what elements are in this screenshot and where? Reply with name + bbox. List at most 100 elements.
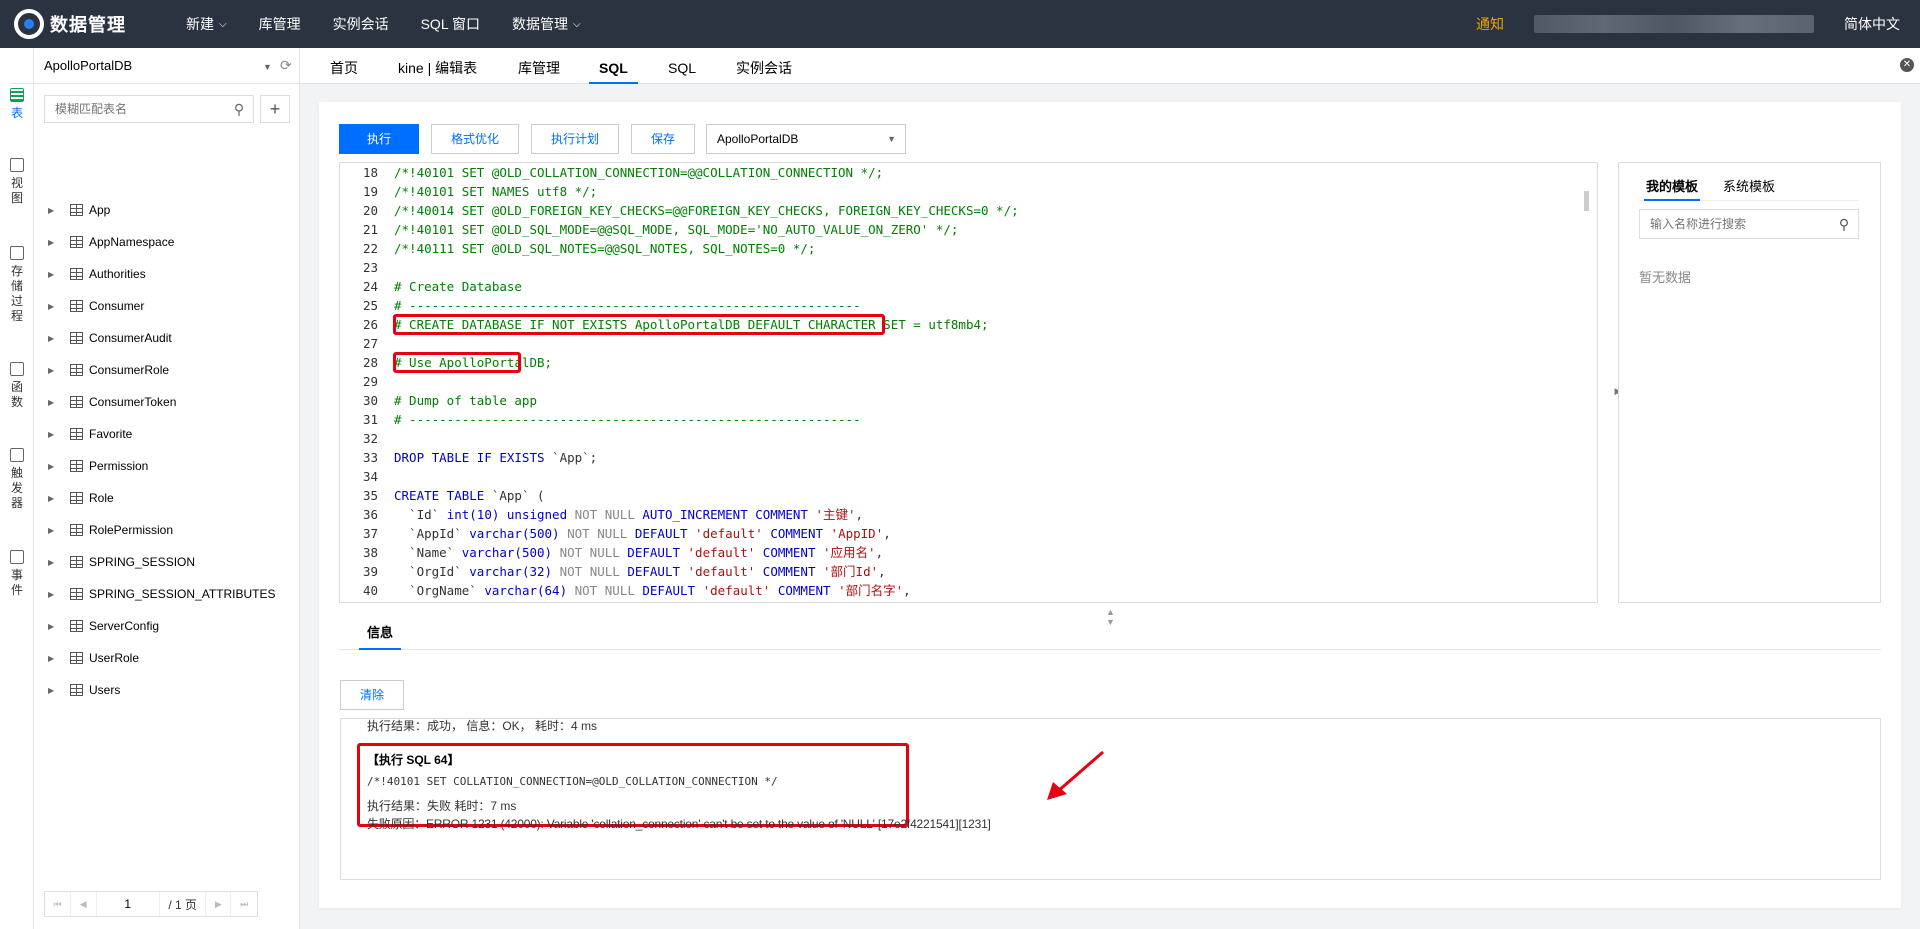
tab-sql-active[interactable]: SQL (589, 48, 638, 84)
expand-caret-icon[interactable]: ▶ (48, 302, 58, 311)
chevron-down-icon: ⌵ (219, 18, 227, 30)
nav-new[interactable]: 新建 ⌵ (170, 0, 243, 48)
tab-db-manage[interactable]: 库管理 (518, 48, 560, 84)
prev-page-icon[interactable]: ◀ (71, 892, 97, 916)
table-row[interactable]: ▶ ConsumerAudit (34, 328, 172, 348)
expand-caret-icon[interactable]: ▶ (48, 622, 58, 631)
code-string: 'default' (680, 545, 756, 560)
expand-caret-icon[interactable]: ▶ (48, 206, 58, 215)
tab-home[interactable]: 首页 (330, 48, 358, 84)
nav-data-manage-label: 数据管理 (511, 16, 568, 32)
search-icon[interactable]: ⚲ (1830, 216, 1858, 233)
expand-caret-icon[interactable]: ▶ (48, 366, 58, 375)
last-page-icon[interactable]: ⏭ (231, 892, 257, 916)
code-string: 'default' (687, 526, 763, 541)
next-page-icon[interactable]: ▶ (205, 892, 232, 916)
table-row[interactable]: ▶ Role (34, 488, 114, 508)
add-table-button[interactable]: + (260, 95, 290, 123)
tab-system-templates[interactable]: 系统模板 (1723, 173, 1775, 201)
sql-workspace: 执行 格式优化 执行计划 保存 ApolloPortalDB ▼ 18 /*!40… (319, 102, 1901, 908)
rail-procedures[interactable]: 存储过程 (0, 246, 34, 324)
expand-caret-icon[interactable]: ▶ (48, 686, 58, 695)
expand-caret-icon[interactable]: ▶ (48, 526, 58, 535)
tab-instance-session[interactable]: 实例会话 (736, 48, 792, 84)
nav-db-manage[interactable]: 库管理 (243, 0, 317, 48)
refresh-icon[interactable]: ⟳ (280, 57, 292, 74)
explain-plan-button[interactable]: 执行计划 (531, 124, 619, 154)
table-icon (70, 588, 83, 600)
expand-caret-icon[interactable]: ▶ (48, 590, 58, 599)
nav-data-manage[interactable]: 数据管理 ⌵ (496, 0, 597, 48)
code-line: 35 CREATE TABLE `App` ( (340, 486, 1580, 505)
annotation-arrow-icon (1047, 750, 1104, 800)
expand-caret-icon[interactable]: ▶ (48, 270, 58, 279)
chevron-down-icon[interactable]: ▼ (263, 62, 272, 72)
expand-caret-icon[interactable]: ▶ (48, 558, 58, 567)
expand-caret-icon[interactable]: ▶ (48, 398, 58, 407)
table-row[interactable]: ▶ SPRING_SESSION_ATTRIBUTES (34, 584, 276, 604)
code-line: 29 (340, 372, 1580, 391)
page-input[interactable]: 1 (97, 892, 160, 916)
expand-caret-icon[interactable]: ▶ (48, 494, 58, 503)
code-constraint: NOT NULL (567, 583, 635, 598)
rail-views[interactable]: 视图 (0, 158, 34, 206)
line-number: 32 (362, 431, 378, 446)
search-icon[interactable]: ⚲ (225, 101, 253, 118)
table-row[interactable]: ▶ Authorities (34, 264, 146, 284)
table-row[interactable]: ▶ Favorite (34, 424, 132, 444)
code-constraint: NOT NULL (567, 507, 635, 522)
code-line: 37 `AppId` varchar(500) NOT NULL DEFAULT… (340, 524, 1580, 543)
database-select[interactable]: ApolloPortalDB ▼ (706, 124, 906, 154)
execute-button[interactable]: 执行 (339, 124, 419, 154)
database-selector[interactable]: ApolloPortalDB ▼ ⟳ (10, 48, 300, 84)
language-switch[interactable]: 简体中文 (1844, 14, 1900, 34)
sql-editor[interactable]: 18 /*!40101 SET @OLD_COLLATION_CONNECTION… (339, 162, 1598, 603)
table-row[interactable]: ▶ AppNamespace (34, 232, 174, 252)
table-row[interactable]: ▶ ConsumerToken (34, 392, 176, 412)
rail-tables[interactable]: 表 (0, 88, 34, 121)
table-row[interactable]: ▶ Consumer (34, 296, 144, 316)
tab-kine-edit-table[interactable]: kine | 编辑表 (398, 48, 477, 84)
editor-scrollbar[interactable] (1584, 191, 1589, 211)
nav-sql-window[interactable]: SQL 窗口 (405, 0, 496, 48)
rail-functions[interactable]: 函数 (0, 362, 34, 410)
expand-caret-icon[interactable]: ▶ (48, 334, 58, 343)
nav-instance-session[interactable]: 实例会话 (317, 0, 405, 48)
notice-link[interactable]: 通知 (1476, 14, 1504, 34)
code-text: # --------------------------------------… (394, 298, 861, 313)
user-account-blurred[interactable] (1534, 15, 1814, 33)
table-search-input[interactable] (45, 102, 225, 116)
table-icon (70, 652, 83, 664)
code-keyword: COMMENT (755, 564, 816, 579)
expand-caret-icon[interactable]: ▶ (48, 238, 58, 247)
tab-sql[interactable]: SQL (668, 48, 696, 84)
table-icon (70, 204, 83, 216)
table-row[interactable]: ▶ Users (34, 680, 120, 700)
table-row[interactable]: ▶ RolePermission (34, 520, 173, 540)
rail-events[interactable]: 事件 (0, 550, 34, 598)
template-search-input[interactable] (1640, 217, 1830, 231)
table-row[interactable]: ▶ ServerConfig (34, 616, 159, 636)
brand[interactable]: 数据管理 (0, 9, 170, 39)
table-row[interactable]: ▶ UserRole (34, 648, 139, 668)
expand-caret-icon[interactable]: ▶ (48, 654, 58, 663)
table-row[interactable]: ▶ SPRING_SESSION (34, 552, 195, 572)
sql-error-reason: 失败原因：ERROR 1231 (42000): Variable 'colla… (367, 817, 991, 831)
expand-caret-icon[interactable]: ▶ (48, 430, 58, 439)
code-type: int(10) unsigned (446, 507, 568, 522)
table-row[interactable]: ▶ ConsumerRole (34, 360, 169, 380)
first-page-icon[interactable]: ⏮ (45, 892, 71, 916)
format-button[interactable]: 格式优化 (431, 124, 519, 154)
tab-info[interactable]: 信息 (359, 620, 402, 650)
table-icon (70, 684, 83, 696)
code-keyword: COMMENT (762, 526, 824, 541)
rail-functions-label: 函数 (10, 380, 23, 409)
clear-button[interactable]: 清除 (340, 680, 404, 710)
tab-my-templates[interactable]: 我的模板 (1644, 173, 1701, 201)
table-row[interactable]: ▶ App (34, 200, 110, 220)
save-button[interactable]: 保存 (631, 124, 695, 154)
expand-caret-icon[interactable]: ▶ (48, 462, 58, 471)
close-tabs-icon[interactable]: ✕ (1900, 58, 1914, 72)
table-row[interactable]: ▶ Permission (34, 456, 148, 476)
rail-triggers[interactable]: 触发器 (0, 448, 34, 511)
